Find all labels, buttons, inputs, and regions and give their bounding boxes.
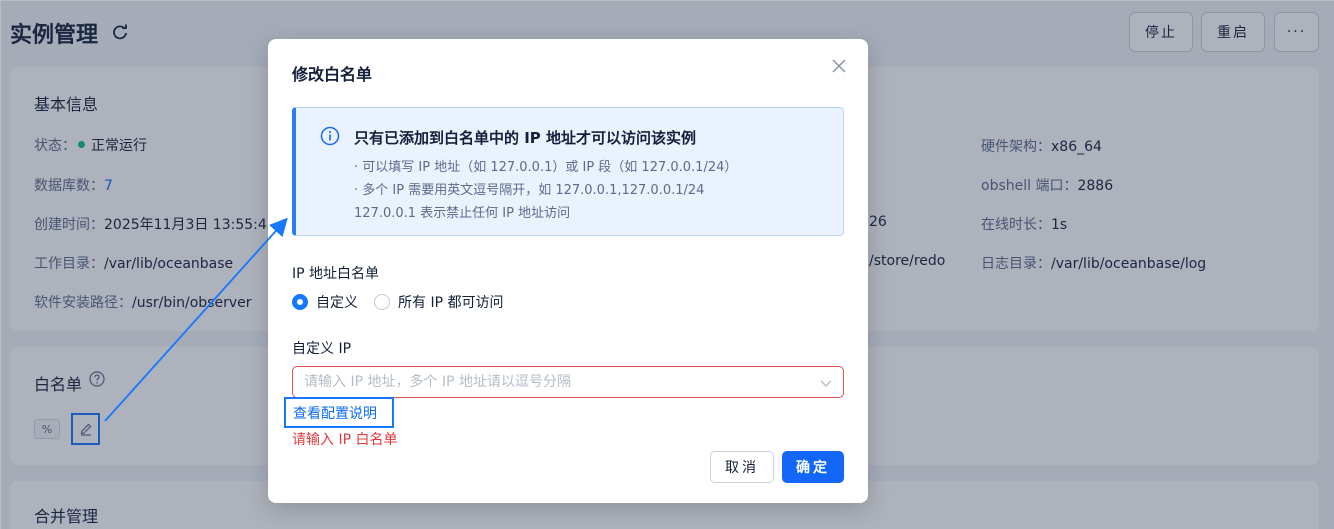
custom-ip-label: 自定义 IP	[292, 341, 352, 357]
radio-custom-label: 自定义	[316, 295, 358, 311]
info-icon	[320, 126, 340, 146]
radio-custom-circle[interactable]	[292, 294, 308, 310]
custom-ip-input[interactable]	[304, 374, 804, 390]
custom-ip-select[interactable]	[292, 366, 844, 398]
cancel-button[interactable]: 取消	[710, 451, 774, 483]
info-alert: 只有已添加到白名单中的 IP 地址才可以访问该实例 · 可以填写 IP 地址（如…	[292, 107, 844, 236]
whitelist-mode-radio-group: 自定义 所有 IP 都可访问	[292, 292, 519, 312]
radio-all-ip-label: 所有 IP 都可访问	[398, 295, 504, 311]
edit-whitelist-modal: 修改白名单 只有已添加到白名单中的 IP 地址才可以访问该实例 · 可以填写 I…	[268, 39, 868, 503]
confirm-button[interactable]: 确定	[782, 451, 844, 483]
alert-line-2: · 多个 IP 需要用英文逗号隔开，如 127.0.0.1,127.0.0.1/…	[354, 183, 705, 198]
view-config-help-link[interactable]: 查看配置说明	[284, 397, 394, 428]
alert-line-1: · 可以填写 IP 地址（如 127.0.0.1）或 IP 段（如 127.0.…	[354, 160, 738, 175]
alert-line-3: 127.0.0.1 表示禁止任何 IP 地址访问	[354, 206, 571, 221]
modal-title: 修改白名单	[292, 65, 373, 84]
chevron-down-icon	[820, 380, 832, 387]
validation-error-text: 请输入 IP 白名单	[292, 432, 398, 448]
close-icon[interactable]	[830, 57, 848, 75]
radio-all-ip[interactable]: 所有 IP 都可访问	[374, 292, 503, 312]
alert-heading: 只有已添加到白名单中的 IP 地址才可以访问该实例	[354, 129, 697, 147]
ip-whitelist-label: IP 地址白名单	[292, 266, 380, 282]
radio-all-ip-circle[interactable]	[374, 294, 390, 310]
radio-custom[interactable]: 自定义	[292, 292, 358, 312]
